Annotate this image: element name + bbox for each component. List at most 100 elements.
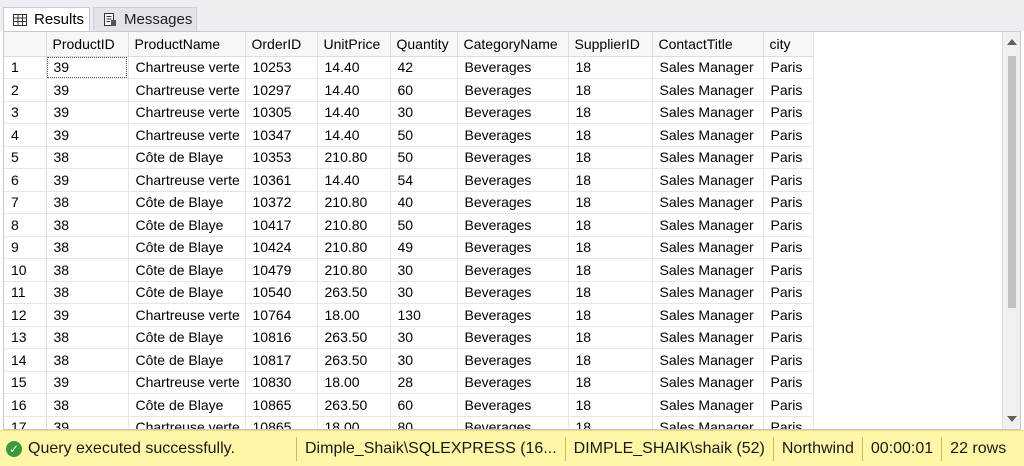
cell-quantity[interactable]: 30: [390, 101, 458, 124]
cell-productname[interactable]: Côte de Blaye: [128, 326, 246, 349]
cell-orderid[interactable]: 10361: [245, 168, 318, 192]
cell-contacttitle[interactable]: Sales Manager: [652, 168, 764, 192]
tab-messages[interactable]: Messages: [93, 7, 197, 31]
cell-productname[interactable]: Côte de Blaye: [128, 236, 246, 259]
table-row[interactable]: 17 39 Chartreuse verte 10865 18.00 80 Beverage…: [4, 416, 814, 429]
column-header-city[interactable]: city: [763, 32, 814, 57]
cell-city[interactable]: Paris: [763, 236, 814, 259]
cell-city[interactable]: Paris: [763, 393, 814, 417]
cell-quantity[interactable]: 50: [390, 213, 458, 237]
column-header-productname[interactable]: ProductName: [128, 32, 246, 57]
column-header-supplierid[interactable]: SupplierID: [568, 32, 653, 57]
cell-orderid[interactable]: 10764: [245, 303, 318, 327]
cell-quantity[interactable]: 30: [390, 326, 458, 349]
cell-supplierid[interactable]: 18: [568, 393, 653, 417]
cell-contacttitle[interactable]: Sales Manager: [652, 101, 764, 124]
cell-productid[interactable]: 38: [46, 191, 129, 214]
cell-quantity[interactable]: 50: [390, 123, 458, 147]
row-number[interactable]: 1: [4, 56, 47, 79]
cell-supplierid[interactable]: 18: [568, 101, 653, 124]
cell-categoryname[interactable]: Beverages: [457, 281, 569, 304]
cell-supplierid[interactable]: 18: [568, 281, 653, 304]
cell-contacttitle[interactable]: Sales Manager: [652, 371, 764, 394]
row-number[interactable]: 11: [4, 281, 47, 304]
cell-categoryname[interactable]: Beverages: [457, 101, 569, 124]
cell-unitprice[interactable]: 18.00: [317, 303, 391, 327]
cell-contacttitle[interactable]: Sales Manager: [652, 303, 764, 327]
cell-supplierid[interactable]: 18: [568, 258, 653, 282]
cell-quantity[interactable]: 30: [390, 348, 458, 372]
scroll-down-icon[interactable]: [1007, 416, 1017, 422]
cell-city[interactable]: Paris: [763, 56, 814, 79]
cell-supplierid[interactable]: 18: [568, 236, 653, 259]
table-row[interactable]: 15 39 Chartreuse verte 10830 18.00 28 Beverage…: [4, 371, 814, 394]
cell-categoryname[interactable]: Beverages: [457, 78, 569, 102]
cell-categoryname[interactable]: Beverages: [457, 168, 569, 192]
cell-city[interactable]: Paris: [763, 146, 814, 169]
row-number[interactable]: 4: [4, 123, 47, 147]
column-header-contacttitle[interactable]: ContactTitle: [652, 32, 764, 57]
cell-productid[interactable]: 39: [46, 168, 129, 192]
cell-productid[interactable]: 38: [46, 213, 129, 237]
cell-unitprice[interactable]: 14.40: [317, 78, 391, 102]
cell-unitprice[interactable]: 210.80: [317, 191, 391, 214]
cell-city[interactable]: Paris: [763, 303, 814, 327]
row-number[interactable]: 6: [4, 168, 47, 192]
table-row[interactable]: 11 38 Côte de Blaye 10540 263.50 30 Beverages 1…: [4, 281, 814, 304]
cell-supplierid[interactable]: 18: [568, 191, 653, 214]
cell-city[interactable]: Paris: [763, 168, 814, 192]
table-row[interactable]: 1 39 Chartreuse verte 10253 14.40 42 Beverages…: [4, 56, 814, 79]
cell-productname[interactable]: Chartreuse verte: [128, 56, 246, 79]
row-number[interactable]: 3: [4, 101, 47, 124]
table-row[interactable]: 7 38 Côte de Blaye 10372 210.80 40 Beverages 18…: [4, 191, 814, 214]
cell-supplierid[interactable]: 18: [568, 168, 653, 192]
row-number[interactable]: 16: [4, 393, 47, 417]
cell-categoryname[interactable]: Beverages: [457, 326, 569, 349]
cell-supplierid[interactable]: 18: [568, 123, 653, 147]
cell-supplierid[interactable]: 18: [568, 326, 653, 349]
cell-city[interactable]: Paris: [763, 258, 814, 282]
table-row[interactable]: 16 38 Côte de Blaye 10865 263.50 60 Beverages 1…: [4, 393, 814, 417]
row-number[interactable]: 10: [4, 258, 47, 282]
cell-city[interactable]: Paris: [763, 416, 814, 429]
cell-productid[interactable]: 39: [46, 123, 129, 147]
table-row[interactable]: 10 38 Côte de Blaye 10479 210.80 30 Beverages 1…: [4, 258, 814, 282]
cell-supplierid[interactable]: 18: [568, 213, 653, 237]
cell-unitprice[interactable]: 14.40: [317, 123, 391, 147]
column-header-orderid[interactable]: OrderID: [245, 32, 318, 57]
cell-quantity[interactable]: 54: [390, 168, 458, 192]
cell-contacttitle[interactable]: Sales Manager: [652, 281, 764, 304]
row-number[interactable]: 13: [4, 326, 47, 349]
table-row[interactable]: 8 38 Côte de Blaye 10417 210.80 50 Beverages 18…: [4, 213, 814, 237]
cell-unitprice[interactable]: 210.80: [317, 258, 391, 282]
cell-contacttitle[interactable]: Sales Manager: [652, 78, 764, 102]
cell-city[interactable]: Paris: [763, 348, 814, 372]
row-number[interactable]: 7: [4, 191, 47, 214]
cell-orderid[interactable]: 10816: [245, 326, 318, 349]
column-header-productid[interactable]: ProductID: [46, 32, 129, 57]
cell-supplierid[interactable]: 18: [568, 303, 653, 327]
cell-orderid[interactable]: 10540: [245, 281, 318, 304]
cell-productname[interactable]: Côte de Blaye: [128, 281, 246, 304]
cell-unitprice[interactable]: 210.80: [317, 236, 391, 259]
cell-orderid[interactable]: 10479: [245, 258, 318, 282]
cell-unitprice[interactable]: 18.00: [317, 371, 391, 394]
cell-orderid[interactable]: 10865: [245, 416, 318, 429]
cell-contacttitle[interactable]: Sales Manager: [652, 326, 764, 349]
cell-categoryname[interactable]: Beverages: [457, 123, 569, 147]
cell-categoryname[interactable]: Beverages: [457, 146, 569, 169]
cell-productid[interactable]: 38: [46, 281, 129, 304]
cell-productname[interactable]: Côte de Blaye: [128, 191, 246, 214]
cell-city[interactable]: Paris: [763, 123, 814, 147]
cell-orderid[interactable]: 10817: [245, 348, 318, 372]
cell-city[interactable]: Paris: [763, 213, 814, 237]
cell-quantity[interactable]: 49: [390, 236, 458, 259]
cell-city[interactable]: Paris: [763, 326, 814, 349]
cell-orderid[interactable]: 10347: [245, 123, 318, 147]
cell-unitprice[interactable]: 263.50: [317, 348, 391, 372]
row-number[interactable]: 5: [4, 146, 47, 169]
cell-productid[interactable]: 38: [46, 348, 129, 372]
vertical-scrollbar[interactable]: [1002, 32, 1020, 429]
cell-productname[interactable]: Chartreuse verte: [128, 123, 246, 147]
column-header-categoryname[interactable]: CategoryName: [457, 32, 569, 57]
